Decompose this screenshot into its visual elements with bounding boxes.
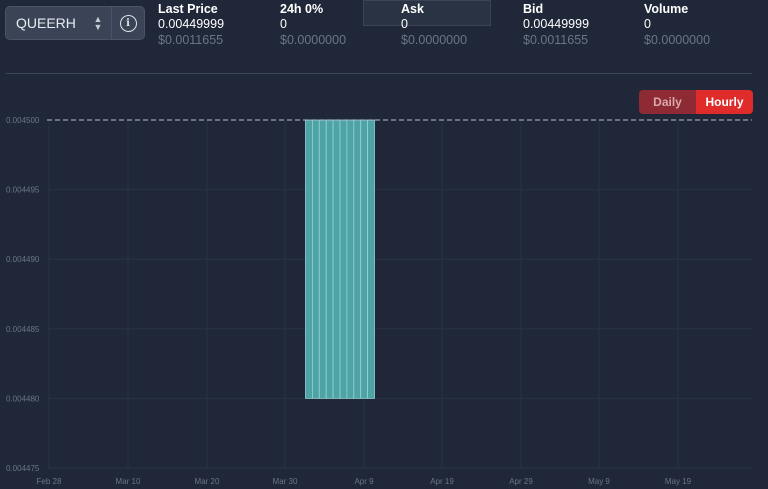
x-tick-label: May 19 (665, 477, 692, 486)
stat-usd: $0.0000000 (401, 33, 468, 47)
x-axis: Feb 28 Mar 10 Mar 20 Mar 30 Apr 9 Apr 19 Apr 2… (37, 477, 692, 486)
x-tick-label: May 9 (588, 477, 610, 486)
price-bar (346, 119, 355, 399)
stat-ask: Ask 0 $0.0000000 (401, 2, 467, 47)
stat-usd: $0.0011655 (523, 33, 589, 47)
y-axis: 0.004500 0.004495 0.004490 0.004485 0.004480… (6, 116, 40, 473)
chart-grid (47, 119, 752, 469)
pair-selector[interactable]: QUEERH ▲ ▼ i (5, 6, 145, 40)
x-tick-label: Apr 9 (354, 477, 374, 486)
stat-24h-change: 24h 0% 0 $0.0000000 (280, 2, 346, 47)
price-bar (311, 119, 320, 399)
price-bar (339, 119, 348, 399)
price-bar (325, 119, 334, 399)
stat-last-price: Last Price 0.00449999 $0.0011655 (158, 2, 224, 47)
info-button[interactable]: i (112, 7, 144, 39)
y-tick-label: 0.004485 (6, 325, 40, 334)
stat-value: 0 (401, 17, 408, 31)
price-bar (360, 119, 369, 399)
x-tick-label: Mar 10 (116, 477, 141, 486)
stat-label: Bid (523, 2, 544, 16)
y-tick-label: 0.004495 (6, 186, 40, 195)
stat-label: Ask (401, 2, 424, 16)
stat-value: 0 (644, 17, 651, 31)
price-chart: 0.004500 0.004495 0.004490 0.004485 0.004480… (6, 116, 752, 486)
x-tick-label: Feb 28 (37, 477, 62, 486)
stat-usd: $0.0011655 (158, 33, 224, 47)
price-bar (367, 119, 375, 399)
header-divider (6, 73, 752, 74)
y-tick-label: 0.004475 (6, 464, 40, 473)
stat-value: 0 (280, 17, 287, 31)
y-tick-label: 0.004500 (6, 116, 40, 125)
stat-usd: $0.0000000 (280, 33, 347, 47)
price-bar (318, 119, 327, 399)
x-tick-label: Apr 19 (430, 477, 454, 486)
y-tick-label: 0.004480 (6, 394, 40, 403)
pair-name: QUEERH (16, 15, 76, 31)
x-tick-label: Apr 29 (509, 477, 533, 486)
stat-label: Last Price (158, 2, 218, 16)
price-bar (332, 119, 341, 399)
x-tick-label: Mar 20 (195, 477, 220, 486)
stat-label: Volume (644, 2, 689, 16)
price-bar (353, 119, 362, 399)
stat-bid: Bid 0.00449999 $0.0011655 (523, 2, 589, 47)
chevron-updown-icon: ▲ ▼ (93, 14, 103, 32)
x-tick-label: Mar 30 (273, 477, 298, 486)
info-icon: i (119, 14, 137, 32)
stat-label: 24h 0% (280, 2, 324, 16)
stat-usd: $0.0000000 (644, 33, 711, 47)
chart-bars (305, 119, 375, 399)
stat-value: 0.00449999 (158, 17, 225, 31)
price-bar (305, 119, 313, 399)
stat-value: 0.00449999 (523, 17, 590, 31)
y-tick-label: 0.004490 (6, 255, 40, 264)
stat-volume: Volume 0 $0.0000000 (644, 2, 710, 47)
